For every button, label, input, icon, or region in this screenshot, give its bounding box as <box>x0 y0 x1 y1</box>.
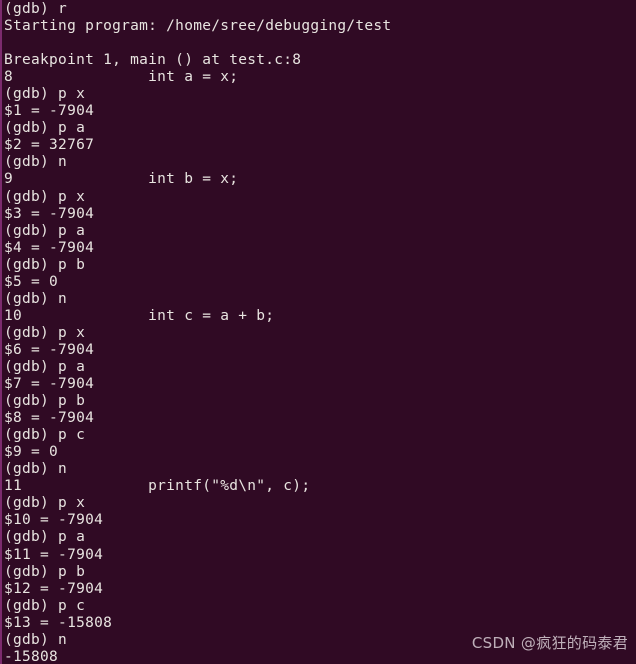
terminal-line: (gdb) n <box>4 461 68 478</box>
terminal-line: (gdb) p a <box>4 222 86 239</box>
terminal-line: (gdb) p a <box>4 120 86 137</box>
terminal-line: $2 = 32767 <box>4 137 95 154</box>
terminal-line: (gdb) n <box>4 290 68 307</box>
terminal-line: 11 printf("%d\n", c); <box>4 478 311 495</box>
terminal-line: $8 = -7904 <box>4 410 95 427</box>
terminal-line: (gdb) p x <box>4 495 86 512</box>
terminal-line: (gdb) p a <box>4 529 86 546</box>
terminal-line: $6 = -7904 <box>4 341 95 358</box>
terminal-output-area[interactable]: (gdb) r Starting program: /home/sree/debu… <box>0 0 636 664</box>
terminal-line: Starting program: /home/sree/debugging/t… <box>4 18 392 35</box>
terminal-left-border <box>0 0 2 664</box>
terminal-line: (gdb) p b <box>4 256 86 273</box>
terminal-line: (gdb) p x <box>4 86 86 103</box>
terminal-line: 8 int a = x; <box>4 69 239 86</box>
terminal-line: (gdb) n <box>4 631 68 648</box>
terminal-line: -15808 <box>4 648 59 664</box>
terminal-line: $3 = -7904 <box>4 205 95 222</box>
terminal-line: (gdb) n <box>4 154 68 171</box>
terminal-line: $13 = -15808 <box>4 614 113 631</box>
terminal-line: $1 = -7904 <box>4 103 95 120</box>
terminal-line: (gdb) p b <box>4 393 86 410</box>
terminal-line: $10 = -7904 <box>4 512 104 529</box>
terminal-line: (gdb) p c <box>4 427 86 444</box>
terminal-line: $5 = 0 <box>4 273 59 290</box>
terminal-line: 9 int b = x; <box>4 171 239 188</box>
terminal-line: $12 = -7904 <box>4 580 104 597</box>
terminal-line: $4 = -7904 <box>4 239 95 256</box>
terminal-window[interactable]: (gdb) r Starting program: /home/sree/debu… <box>0 0 636 664</box>
terminal-line: $7 = -7904 <box>4 376 95 393</box>
terminal-line: (gdb) p c <box>4 597 86 614</box>
terminal-line: (gdb) p x <box>4 324 86 341</box>
terminal-line: (gdb) p x <box>4 188 86 205</box>
terminal-line: (gdb) p a <box>4 358 86 375</box>
terminal-line: $11 = -7904 <box>4 546 104 563</box>
terminal-line: (gdb) r <box>4 1 68 17</box>
terminal-line: (gdb) p b <box>4 563 86 580</box>
terminal-line: $9 = 0 <box>4 444 59 461</box>
terminal-line: 10 int c = a + b; <box>4 307 275 324</box>
terminal-line: Breakpoint 1, main () at test.c:8 <box>4 52 302 69</box>
